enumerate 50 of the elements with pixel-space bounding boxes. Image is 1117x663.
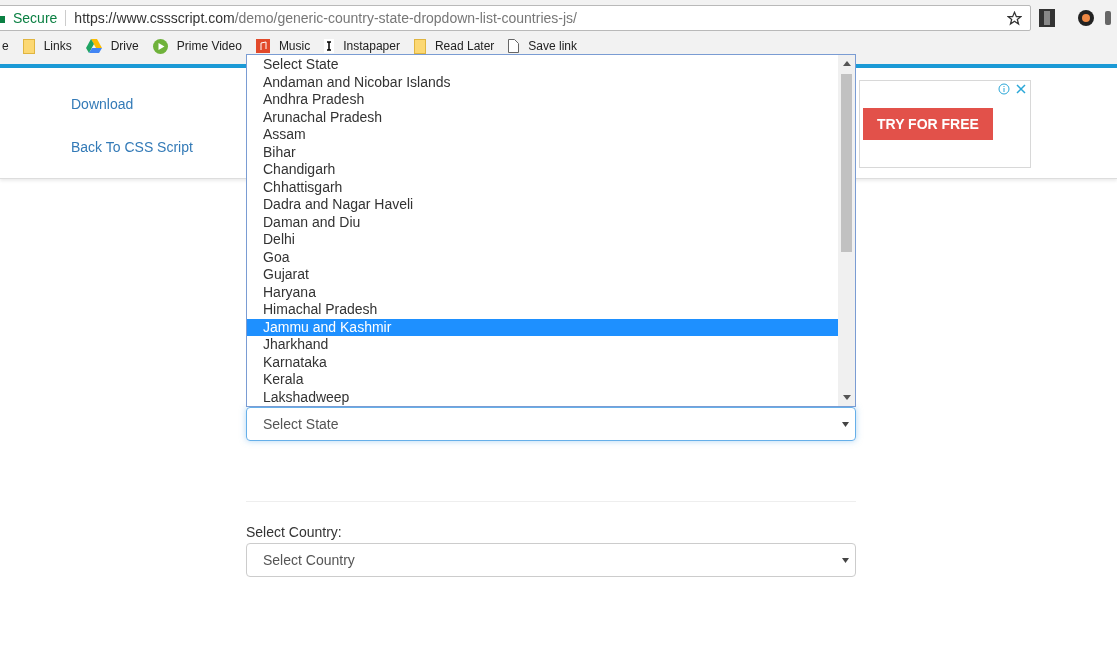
dropdown-option[interactable]: Bihar: [247, 143, 838, 161]
dropdown-option[interactable]: Arunachal Pradesh: [247, 108, 838, 126]
header-link[interactable]: Back To CSS Script: [71, 138, 193, 155]
play-icon: [152, 38, 168, 54]
bookmark-item[interactable]: Save link: [508, 39, 577, 53]
bookmark-item[interactable]: Prime Video: [152, 38, 242, 54]
close-icon[interactable]: [1016, 84, 1026, 94]
dropdown-option[interactable]: Andhra Pradesh: [247, 91, 838, 109]
dropdown-option[interactable]: Lakshadweep: [247, 388, 838, 406]
dropdown-option[interactable]: Gujarat: [247, 266, 838, 284]
dropdown-option[interactable]: Chhattisgarh: [247, 178, 838, 196]
scrollbar[interactable]: [838, 55, 855, 406]
caret-icon: [842, 557, 849, 563]
bookmark-item[interactable]: e: [2, 39, 9, 53]
country-select[interactable]: Select Country: [246, 543, 856, 577]
state-select[interactable]: Select State: [246, 407, 856, 441]
folder-icon: [413, 38, 426, 54]
header-link[interactable]: Download: [71, 95, 193, 112]
caret-icon: [842, 421, 849, 427]
try-for-free-button[interactable]: TRY FOR FREE: [863, 108, 993, 140]
dropdown-option[interactable]: Dadra and Nagar Haveli: [247, 196, 838, 214]
drive-icon: [85, 39, 102, 53]
dropdown-option[interactable]: Daman and Diu: [247, 213, 838, 231]
dropdown-option[interactable]: Himachal Pradesh: [247, 301, 838, 319]
address-bar[interactable]: Secure https://www.cssscript.com/demo/generic-country-state-dropdown-list-countries-js/: [0, 5, 1031, 31]
dropdown-option[interactable]: Kerala: [247, 371, 838, 389]
bookmark-item[interactable]: Music: [255, 39, 311, 53]
bookmark-item[interactable]: Links: [22, 38, 72, 54]
dropdown-option[interactable]: Karnataka: [247, 353, 838, 371]
secure-label: Secure: [13, 10, 67, 26]
info-icon[interactable]: [998, 83, 1010, 95]
dropdown-option[interactable]: Chandigarh: [247, 161, 838, 179]
dropdown-option[interactable]: Jharkhand: [247, 336, 838, 354]
bookmark-item[interactable]: Drive: [85, 39, 139, 53]
dropdown-option[interactable]: Assam: [247, 126, 838, 144]
dropdown-option[interactable]: Select State: [247, 56, 838, 74]
film-icon[interactable]: [1039, 9, 1055, 27]
dropdown-option[interactable]: Andaman and Nicobar Islands: [247, 73, 838, 91]
dropdown-option[interactable]: Haryana: [247, 283, 838, 301]
star-icon[interactable]: [1007, 10, 1022, 26]
dropdown-option[interactable]: Goa: [247, 248, 838, 266]
scrollbar-thumb[interactable]: [841, 74, 852, 252]
scroll-down-icon[interactable]: [842, 395, 851, 400]
folder-icon: [22, 38, 35, 54]
country-label: Select Country:: [246, 524, 343, 540]
url-text: https://www.cssscript.com/demo/generic-country-state-dropdown-list-countries-js/: [74, 10, 578, 26]
scroll-up-icon[interactable]: [842, 61, 851, 66]
bookmark-item[interactable]: Instapaper: [324, 39, 400, 53]
dropdown-option[interactable]: Delhi: [247, 231, 838, 249]
bookmark-item[interactable]: Read Later: [413, 38, 495, 54]
